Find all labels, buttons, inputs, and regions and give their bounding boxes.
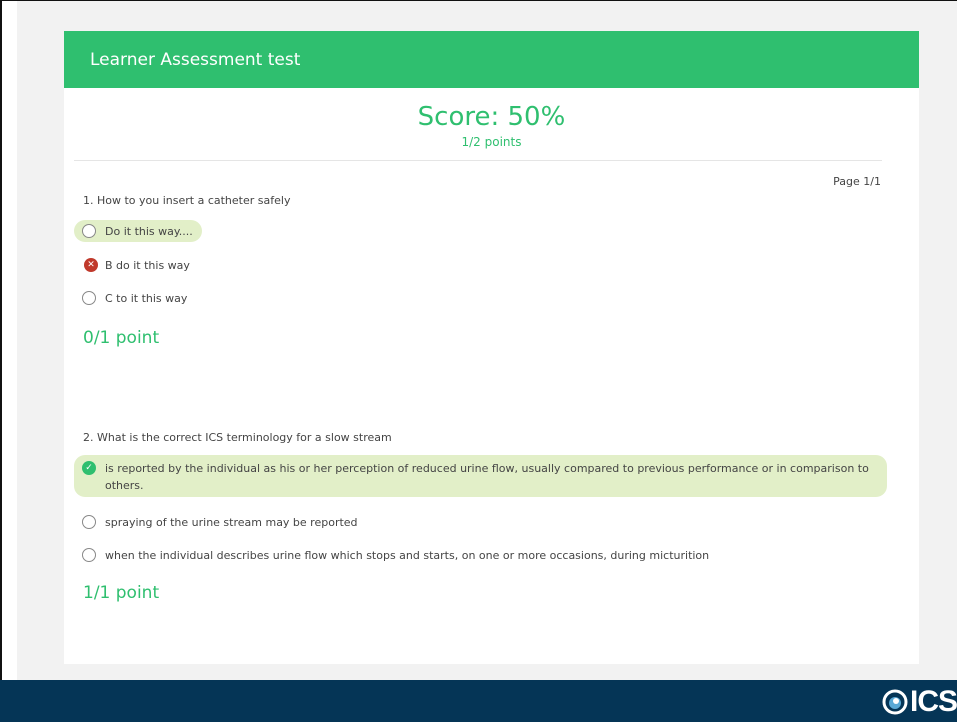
question-2-text: 2. What is the correct ICS terminology f… (83, 431, 392, 444)
score-points: 1/2 points (461, 135, 522, 149)
ics-logo: ICS (882, 686, 957, 718)
assessment-card: Learner Assessment test Score: 50% 1/2 p… (64, 31, 919, 664)
question-1-option-3[interactable]: C to it this way (82, 289, 187, 307)
question-1-option-1[interactable]: Do it this way.... (74, 220, 202, 242)
check-circle-icon: ✓ (82, 461, 96, 475)
option-label: when the individual describes urine flow… (105, 548, 710, 562)
option-label: spraying of the urine stream may be repo… (105, 515, 358, 529)
ics-logo-icon (882, 689, 908, 715)
divider (74, 160, 882, 161)
radio-icon[interactable] (82, 224, 96, 238)
question-1-text: 1. How to you insert a catheter safely (83, 194, 291, 207)
footer-bar: ICS (0, 680, 957, 722)
question-2-option-2[interactable]: spraying of the urine stream may be repo… (82, 513, 358, 531)
radio-icon[interactable] (82, 515, 96, 529)
question-1-option-2[interactable]: ✕ B do it this way (84, 256, 190, 274)
option-label: C to it this way (105, 291, 188, 305)
radio-icon[interactable] (82, 548, 96, 562)
question-2-option-3[interactable]: when the individual describes urine flow… (82, 546, 709, 564)
option-label: is reported by the individual as his or … (105, 462, 869, 492)
slide-margin (2, 1, 17, 681)
option-label: B do it this way (105, 258, 190, 272)
question-1-points: 0/1 point (83, 328, 160, 348)
score-title: Score: 50% (417, 102, 566, 132)
card-title: Learner Assessment test (90, 49, 301, 70)
question-2-option-1[interactable]: ✓ is reported by the individual as his o… (74, 455, 887, 497)
radio-icon[interactable] (82, 291, 96, 305)
score-block: Score: 50% 1/2 points (64, 102, 919, 149)
slide-frame: Learner Assessment test Score: 50% 1/2 p… (0, 0, 957, 681)
page-indicator: Page 1/1 (833, 175, 881, 188)
card-header: Learner Assessment test (64, 31, 919, 88)
x-circle-icon: ✕ (84, 258, 98, 272)
question-2-points: 1/1 point (83, 583, 160, 603)
option-label: Do it this way.... (105, 224, 193, 238)
ics-logo-text: ICS (909, 685, 957, 718)
